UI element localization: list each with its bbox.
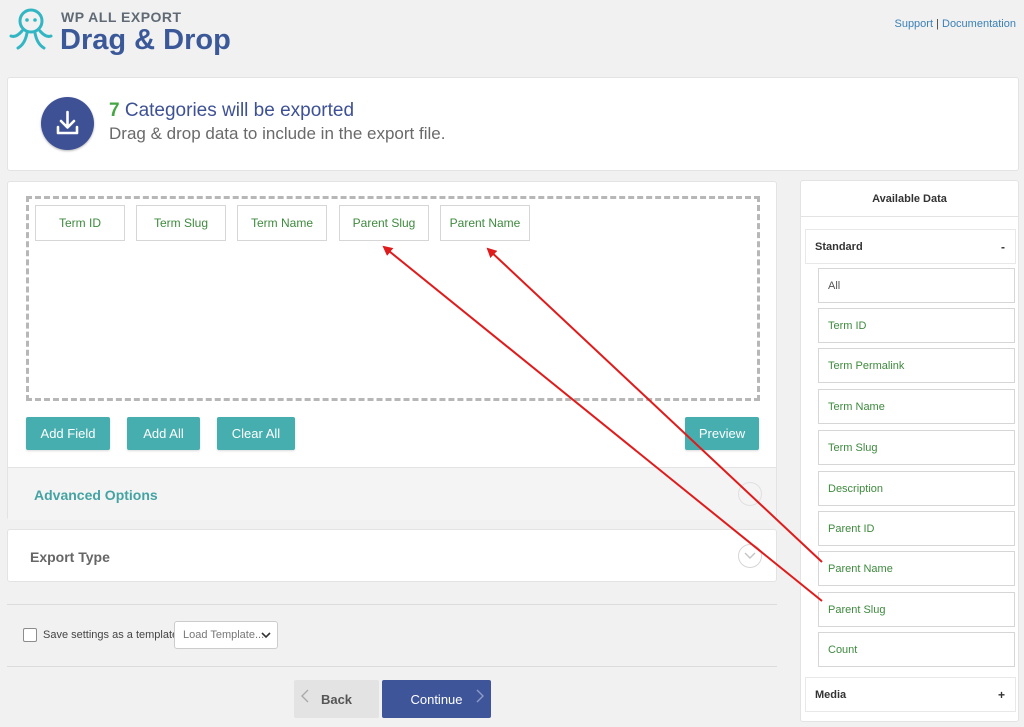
available-field[interactable]: Term Slug — [818, 430, 1015, 465]
advanced-options-section[interactable]: Advanced Options — [8, 467, 776, 520]
brand-top-text: WP ALL EXPORT — [61, 9, 182, 25]
link-separator: | — [936, 18, 939, 30]
export-field[interactable]: Term ID — [35, 205, 125, 241]
continue-label: Continue — [410, 691, 463, 707]
available-field[interactable]: Description — [818, 471, 1015, 506]
back-label: Back — [320, 691, 353, 707]
collapse-icon[interactable]: - — [1001, 240, 1005, 254]
preview-button[interactable]: Preview — [685, 417, 759, 450]
media-section-label: Media — [815, 688, 847, 701]
divider — [7, 604, 777, 605]
expand-icon[interactable]: + — [998, 688, 1005, 702]
chevron-right-icon — [476, 689, 484, 706]
standard-section-label: Standard — [815, 240, 863, 253]
export-instructions: Drag & drop data to include in the expor… — [109, 124, 446, 143]
continue-button[interactable]: Continue — [382, 680, 491, 718]
load-template-select[interactable]: Load Template... — [174, 621, 278, 649]
octopus-logo-icon — [9, 8, 53, 50]
export-field[interactable]: Parent Slug — [339, 205, 429, 241]
available-data-panel: Available Data Standard - All Term ID Te… — [800, 180, 1019, 722]
header: WP ALL EXPORT Drag & Drop Support | Docu… — [0, 0, 1024, 70]
export-count: 7 — [109, 100, 120, 121]
export-count-heading: 7 Categories will be exported — [109, 100, 354, 122]
export-fields-panel: Term ID Term Slug Term Name Parent Slug … — [7, 181, 777, 520]
available-field[interactable]: Term ID — [818, 308, 1015, 343]
available-field[interactable]: Count — [818, 632, 1015, 667]
save-template-label: Save settings as a template — [43, 629, 179, 641]
export-field[interactable]: Term Slug — [136, 205, 226, 241]
chevron-left-icon — [301, 689, 309, 706]
clear-all-button[interactable]: Clear All — [217, 417, 295, 450]
add-field-button[interactable]: Add Field — [26, 417, 110, 450]
media-section-header[interactable]: Media + — [805, 677, 1016, 712]
export-type-label: Export Type — [30, 549, 110, 565]
available-field[interactable]: Term Permalink — [818, 348, 1015, 383]
export-field[interactable]: Parent Name — [440, 205, 530, 241]
export-summary: 7 Categories will be exported Drag & dro… — [7, 77, 1019, 171]
export-count-label: Categories will be exported — [119, 100, 355, 121]
field-drop-zone[interactable]: Term ID Term Slug Term Name Parent Slug … — [26, 196, 760, 401]
download-icon — [41, 97, 94, 150]
back-button[interactable]: Back — [294, 680, 379, 718]
add-all-button[interactable]: Add All — [127, 417, 200, 450]
chevron-down-icon[interactable] — [738, 544, 762, 568]
export-type-section[interactable]: Export Type — [7, 529, 777, 582]
available-field[interactable]: Parent ID — [818, 511, 1015, 546]
available-data-title: Available Data — [801, 181, 1018, 217]
save-template-checkbox[interactable] — [23, 628, 37, 642]
available-field[interactable]: Parent Slug — [818, 592, 1015, 627]
advanced-options-toggle-icon[interactable] — [738, 482, 762, 506]
advanced-options-label: Advanced Options — [34, 487, 158, 503]
available-field[interactable]: Parent Name — [818, 551, 1015, 586]
support-link[interactable]: Support — [894, 18, 933, 30]
standard-section-header[interactable]: Standard - — [805, 229, 1016, 264]
available-field[interactable]: All — [818, 268, 1015, 303]
top-links: Support | Documentation — [894, 18, 1016, 30]
documentation-link[interactable]: Documentation — [942, 18, 1016, 30]
page-title: Drag & Drop — [60, 24, 231, 56]
export-field[interactable]: Term Name — [237, 205, 327, 241]
divider — [7, 666, 777, 667]
chevron-down-icon — [261, 628, 271, 645]
available-field[interactable]: Term Name — [818, 389, 1015, 424]
load-template-value: Load Template... — [183, 629, 265, 641]
